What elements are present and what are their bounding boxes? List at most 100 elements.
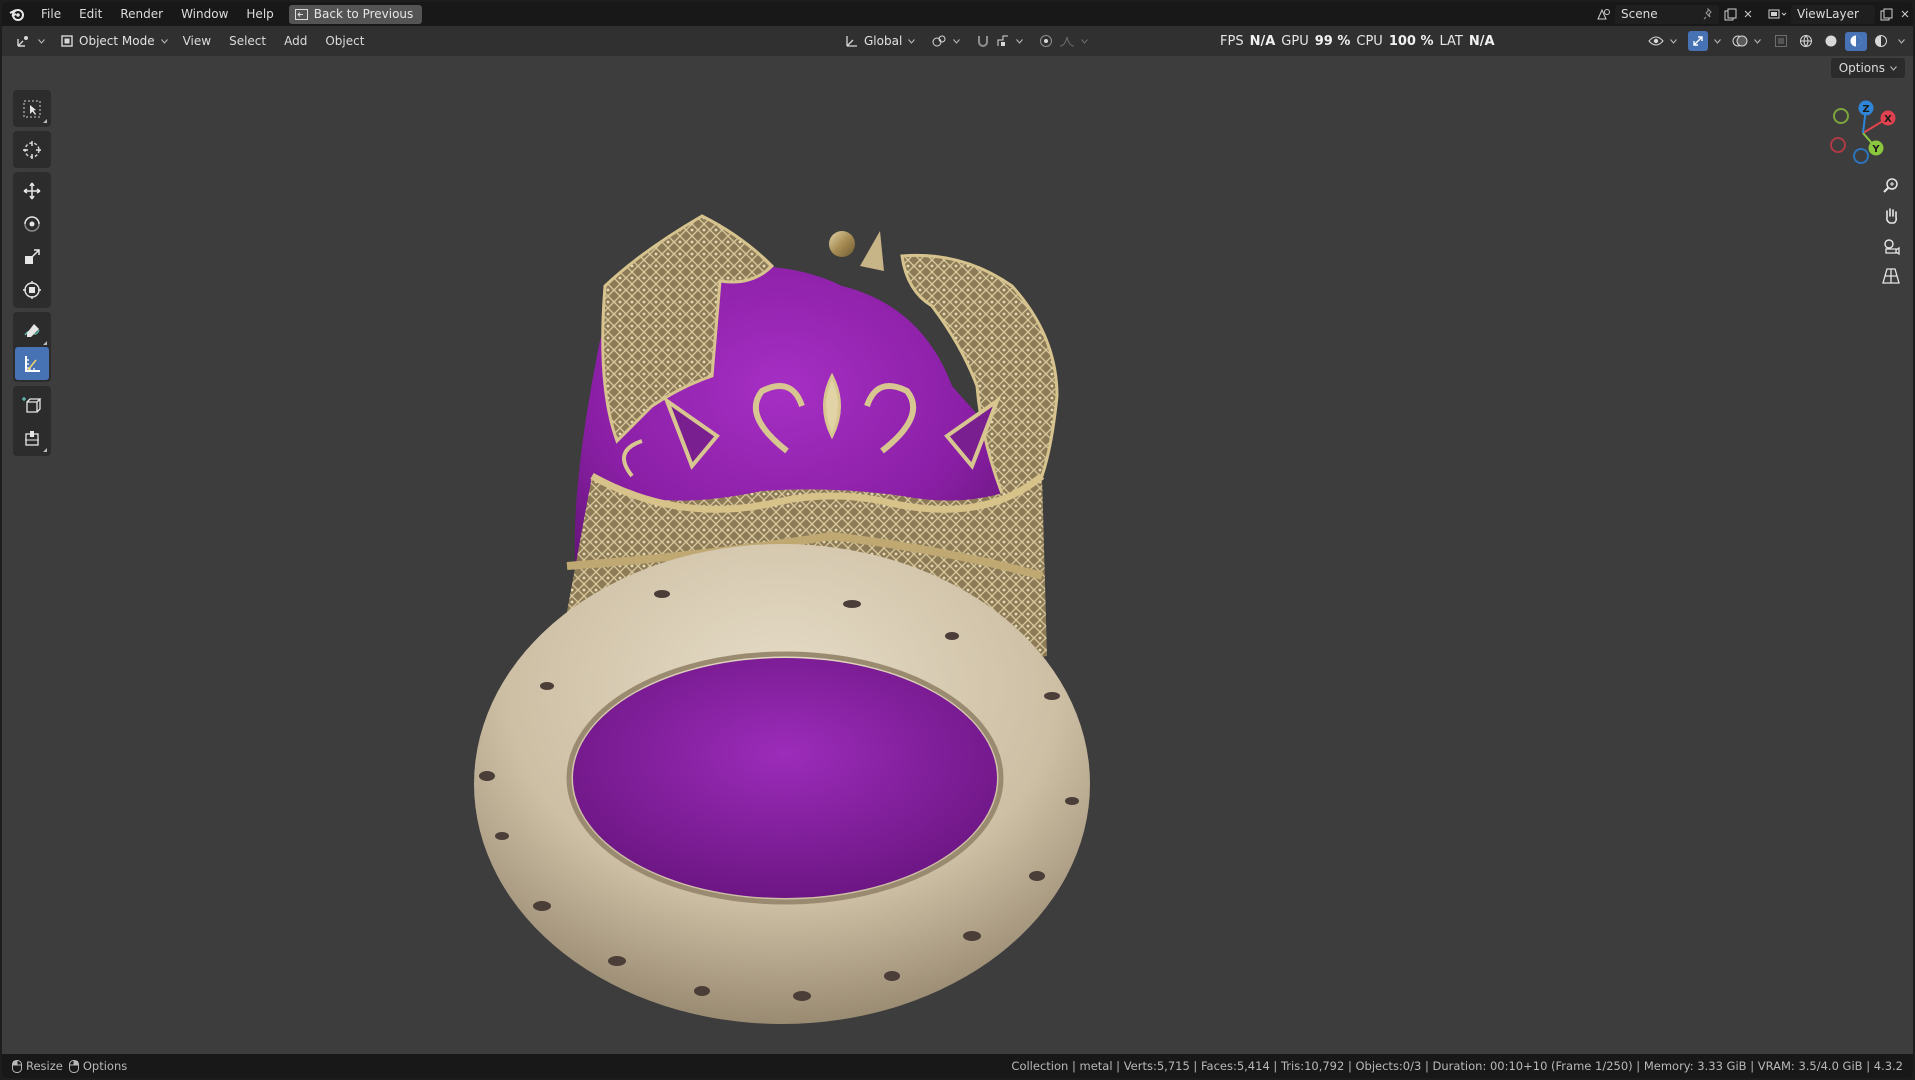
cpu-label: CPU	[1356, 33, 1383, 49]
tool-group-cursor	[13, 131, 51, 168]
view-layer-selector-icon[interactable]	[1765, 5, 1791, 24]
annotate-tool[interactable]	[15, 314, 49, 347]
tool-group-add	[13, 386, 51, 456]
crown-top-spike	[860, 231, 884, 271]
zoom-icon	[1883, 178, 1898, 193]
transform-controls: Global	[838, 26, 1094, 56]
camera-icon	[1884, 239, 1900, 255]
tool-group-select	[13, 90, 51, 127]
chevron-down-icon	[953, 38, 961, 44]
measure-tool[interactable]	[15, 347, 49, 380]
pan-view-button[interactable]	[1878, 203, 1904, 229]
mouse-left-icon	[12, 1059, 22, 1073]
proportional-editing-icon	[1040, 35, 1053, 47]
back-to-previous-label: Back to Previous	[313, 7, 414, 21]
new-scene-icon[interactable]	[1719, 5, 1741, 24]
scale-tool[interactable]	[15, 240, 49, 273]
solid-shading-icon[interactable]	[1820, 32, 1842, 51]
menu-edit[interactable]: Edit	[70, 2, 111, 26]
gizmo-x-label: X	[1884, 114, 1892, 125]
editor-type-dropdown[interactable]	[10, 31, 51, 51]
gizmo-toggle[interactable]	[1686, 31, 1723, 51]
viewport-3d-scene[interactable]	[2, 56, 1913, 1052]
gizmo-neg-z[interactable]	[1853, 148, 1869, 164]
material-preview-shading-icon[interactable]	[1845, 31, 1867, 51]
mouse-right-icon	[68, 1059, 79, 1073]
crown-top-finial	[829, 231, 855, 257]
scene-selector-icon[interactable]	[1593, 5, 1615, 24]
pivot-point-dropdown[interactable]	[925, 31, 966, 51]
measure-icon	[25, 355, 40, 372]
zoom-view-button[interactable]	[1878, 173, 1904, 199]
xray-toggle-icon[interactable]	[1770, 32, 1792, 51]
status-bar-hints: Resize Options	[2, 1059, 127, 1073]
move-icon	[23, 182, 41, 199]
shading-options-chevron-icon[interactable]	[1895, 32, 1907, 51]
snap-toggle[interactable]	[970, 31, 1029, 51]
chevron-down-icon	[908, 38, 916, 44]
chevron-down-icon	[1081, 38, 1089, 44]
overlays-toggle[interactable]	[1726, 31, 1767, 51]
gizmo-neg-x[interactable]	[1830, 137, 1846, 153]
transform-orientation-label: Global	[864, 34, 903, 48]
navigation-gizmo[interactable]: X Y Z	[1828, 98, 1898, 168]
delete-view-layer-icon[interactable]	[1897, 5, 1913, 24]
object-mode-dropdown[interactable]: Object Mode	[55, 31, 174, 51]
rendered-shading-icon[interactable]	[1870, 32, 1892, 51]
scene-name: Scene	[1621, 7, 1658, 21]
status-bar: Resize Options Collection | metal | Vert…	[2, 1054, 1913, 1078]
select-box-tool[interactable]	[15, 92, 49, 125]
scale-icon	[25, 248, 40, 264]
wireframe-shading-icon[interactable]	[1795, 32, 1817, 51]
object-mode-icon	[61, 35, 73, 47]
perspective-toggle-button[interactable]	[1878, 263, 1904, 289]
chevron-down-icon	[1670, 38, 1677, 44]
chevron-down-icon	[38, 38, 45, 44]
lat-value: N/A	[1468, 33, 1495, 49]
blender-logo-icon[interactable]	[2, 2, 32, 26]
options-label: Options	[82, 1059, 128, 1073]
fps-label: FPS	[1220, 33, 1244, 49]
menu-help[interactable]: Help	[237, 2, 282, 26]
camera-view-button[interactable]	[1878, 233, 1904, 259]
move-tool[interactable]	[15, 174, 49, 207]
viewport-header: Object Mode View Select Add Object Globa…	[2, 26, 1913, 56]
chevron-down-icon	[160, 38, 168, 44]
viewport-menu-select[interactable]: Select	[220, 26, 275, 56]
add-cube-icon	[22, 396, 42, 413]
chevron-down-icon	[1016, 38, 1024, 44]
viewport-menu-add[interactable]: Add	[275, 26, 316, 56]
gizmo-neg-y[interactable]	[1833, 108, 1849, 124]
view-layer-field[interactable]: ViewLayer	[1791, 4, 1875, 24]
gpu-label: GPU	[1281, 33, 1309, 49]
performance-stats: FPS N/A GPU 99 % CPU 100 % LAT N/A	[1220, 26, 1495, 56]
back-to-previous-button[interactable]: Back to Previous	[288, 4, 423, 24]
add-cube-tool[interactable]	[15, 388, 49, 421]
gizmo-z-label: Z	[1862, 104, 1869, 115]
annotate-icon	[24, 323, 40, 337]
delete-scene-icon[interactable]	[1741, 5, 1755, 24]
transform-tool[interactable]	[15, 273, 49, 306]
falloff-icon	[1060, 36, 1075, 47]
options-hint: Options	[68, 1059, 128, 1073]
gizmo-icon	[1693, 36, 1703, 46]
viewport-menu-view[interactable]: View	[174, 26, 220, 56]
pin-icon[interactable]	[1703, 8, 1713, 20]
topbar-right: Scene ViewLayer	[1593, 2, 1913, 26]
viewport-menu-object[interactable]: Object	[316, 26, 373, 56]
transform-orientation-dropdown[interactable]: Global	[838, 31, 921, 51]
cursor-tool[interactable]	[15, 133, 49, 166]
blender-window: File Edit Render Window Help Back to Pre…	[2, 2, 1913, 1078]
menu-window[interactable]: Window	[172, 2, 237, 26]
chevron-down-icon	[1754, 38, 1761, 44]
menu-file[interactable]: File	[32, 2, 70, 26]
proportional-editing-toggle[interactable]	[1033, 31, 1094, 51]
menu-render[interactable]: Render	[111, 2, 172, 26]
scene-name-field[interactable]: Scene	[1615, 4, 1719, 24]
hand-icon	[1886, 208, 1898, 224]
rotate-tool[interactable]	[15, 207, 49, 240]
new-view-layer-icon[interactable]	[1875, 5, 1897, 24]
magnet-icon	[978, 36, 989, 47]
add-object-tool[interactable]	[15, 421, 49, 454]
selectability-visibility-dropdown[interactable]	[1642, 31, 1683, 51]
